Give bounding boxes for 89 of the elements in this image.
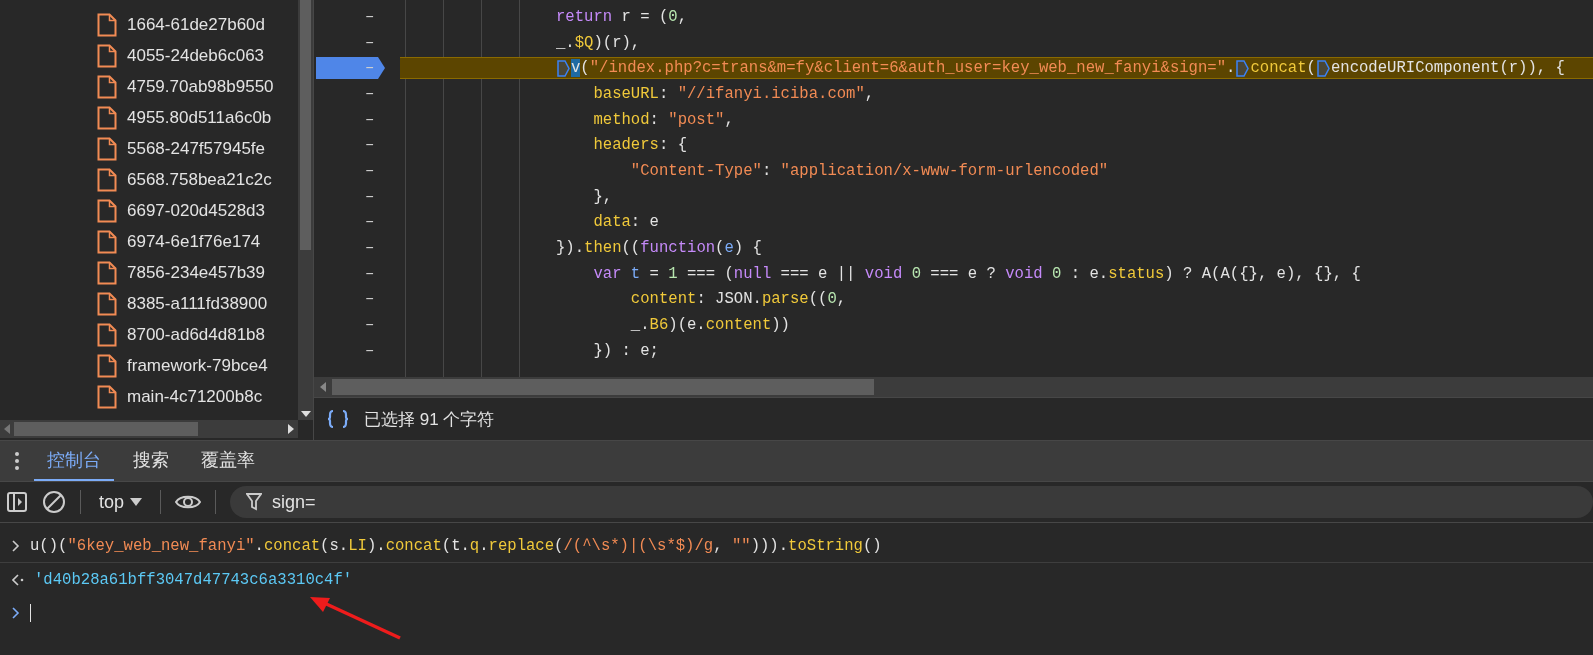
code-text: baseURL: "//ifanyi.iciba.com",	[593, 84, 875, 103]
code-text: }).then((function(e) {	[556, 239, 762, 258]
file-icon	[97, 229, 117, 254]
file-icon	[97, 291, 117, 316]
filter-icon	[246, 493, 263, 511]
line-number: –	[365, 161, 375, 180]
file-item[interactable]: 7856-234e457b39	[97, 257, 298, 288]
code-text: headers: {	[593, 136, 687, 155]
code-text: },	[593, 187, 613, 206]
code-text: encodeURIComponent(r)), {	[1330, 59, 1565, 78]
context-selector[interactable]: top	[95, 491, 147, 513]
code-text: concat(	[1250, 59, 1316, 78]
file-icon	[97, 260, 117, 285]
horizontal-scrollbar[interactable]	[0, 420, 298, 438]
line-number: –	[365, 136, 375, 155]
line-number: –	[365, 7, 375, 26]
clear-icon[interactable]	[42, 490, 66, 514]
breakpoint-icon[interactable]	[1316, 59, 1330, 77]
selection-status: 已选择 91 个字符	[364, 408, 495, 431]
scroll-down-icon[interactable]	[301, 411, 311, 417]
console-result: 'd40b28a61bff3047d47743c6a3310c4f'	[34, 570, 353, 589]
vertical-scrollbar[interactable]	[298, 0, 313, 420]
line-number: –	[365, 33, 375, 52]
drawer-tab[interactable]: 覆盖率	[188, 441, 268, 481]
line-number: –	[365, 264, 375, 283]
file-item[interactable]: 8385-a111fd38900	[97, 288, 298, 319]
line-number: –	[365, 290, 375, 309]
code-text: _.B6)(e.content))	[630, 316, 790, 335]
scrollbar-thumb[interactable]	[300, 0, 311, 250]
filter-field[interactable]: sign=	[230, 486, 1593, 518]
file-icon	[97, 322, 117, 347]
breakpoint-icon[interactable]	[1236, 59, 1250, 77]
file-icon	[97, 353, 117, 378]
code-text: "Content-Type": "application/x-www-form-urlencoded"	[630, 161, 1109, 180]
file-item[interactable]: 5568-247f57945fe	[97, 133, 298, 164]
code-text: data: e	[593, 213, 659, 232]
file-item[interactable]: framework-79bce4	[97, 350, 298, 381]
file-item[interactable]: 6568.758bea21c2c	[97, 164, 298, 195]
file-item[interactable]: 6697-020d4528d3	[97, 195, 298, 226]
pretty-print-icon[interactable]	[326, 409, 350, 430]
line-number: –	[365, 316, 375, 335]
prompt-icon	[12, 539, 20, 552]
line-number: –	[365, 84, 375, 103]
file-icon	[97, 105, 117, 130]
file-item[interactable]: 4955.80d511a6c0b	[97, 102, 298, 133]
sidebar-icon[interactable]	[6, 491, 28, 513]
eye-icon[interactable]	[175, 493, 202, 511]
code-text: _.$Q)(r),	[556, 33, 641, 52]
code-text: v("/index.php?c=trans&m=fy&client=6&auth_user=key_web_new_fanyi&sign=".	[571, 59, 1236, 78]
file-item[interactable]: 4055-24deb6c063	[97, 40, 298, 71]
horizontal-scrollbar[interactable]	[314, 377, 1593, 398]
file-icon	[97, 43, 117, 68]
scroll-left-icon[interactable]	[320, 382, 326, 393]
file-item[interactable]: main-4c71200b8c	[97, 381, 298, 412]
scroll-right-icon[interactable]	[288, 424, 294, 434]
drawer-tab[interactable]: 控制台	[34, 441, 114, 481]
file-item[interactable]: 8700-ad6d4d81b8	[97, 319, 298, 350]
line-number: –	[365, 341, 375, 360]
line-number: –	[365, 187, 375, 206]
prompt-icon	[12, 606, 20, 619]
line-number: –	[365, 213, 375, 232]
line-number: –	[365, 110, 375, 129]
file-icon	[97, 384, 117, 409]
file-icon	[97, 74, 117, 99]
file-icon	[97, 167, 117, 192]
file-icon	[97, 136, 117, 161]
file-icon	[97, 198, 117, 223]
code-text: method: "post",	[593, 110, 734, 129]
line-number: –	[365, 59, 375, 78]
file-icon	[97, 12, 117, 37]
file-item[interactable]: 6974-6e1f76e174	[97, 226, 298, 257]
scrollbar-thumb[interactable]	[14, 422, 198, 436]
more-icon[interactable]	[14, 451, 20, 471]
caret-icon	[130, 498, 143, 506]
code-text: var t = 1 === (null === e || void 0 === e ? void 0 : e.status) ? A(A({}, e), {}, {	[593, 264, 1361, 283]
file-item[interactable]: 1664-61de27b60d	[97, 9, 298, 40]
breakpoint-marker[interactable]	[316, 57, 386, 80]
code-text: }) : e;	[593, 341, 659, 360]
scroll-left-icon[interactable]	[4, 424, 10, 434]
file-item[interactable]: 4759.70ab98b9550	[97, 71, 298, 102]
code-text: content: JSON.parse((0,	[630, 290, 847, 309]
drawer-tab[interactable]: 搜索	[120, 441, 182, 481]
breakpoint-icon[interactable]	[557, 59, 570, 77]
result-arrow-icon	[12, 573, 24, 586]
scrollbar-thumb[interactable]	[332, 379, 874, 396]
code-text: return r = (0,	[556, 7, 688, 26]
line-number: –	[365, 239, 375, 258]
console-command: u()("6key_web_new_fanyi".concat(s.LI).concat(t.q.replace(/(^\s*)|(\s*$)/g, ""))).toString()	[30, 536, 882, 555]
text-cursor	[30, 603, 31, 622]
